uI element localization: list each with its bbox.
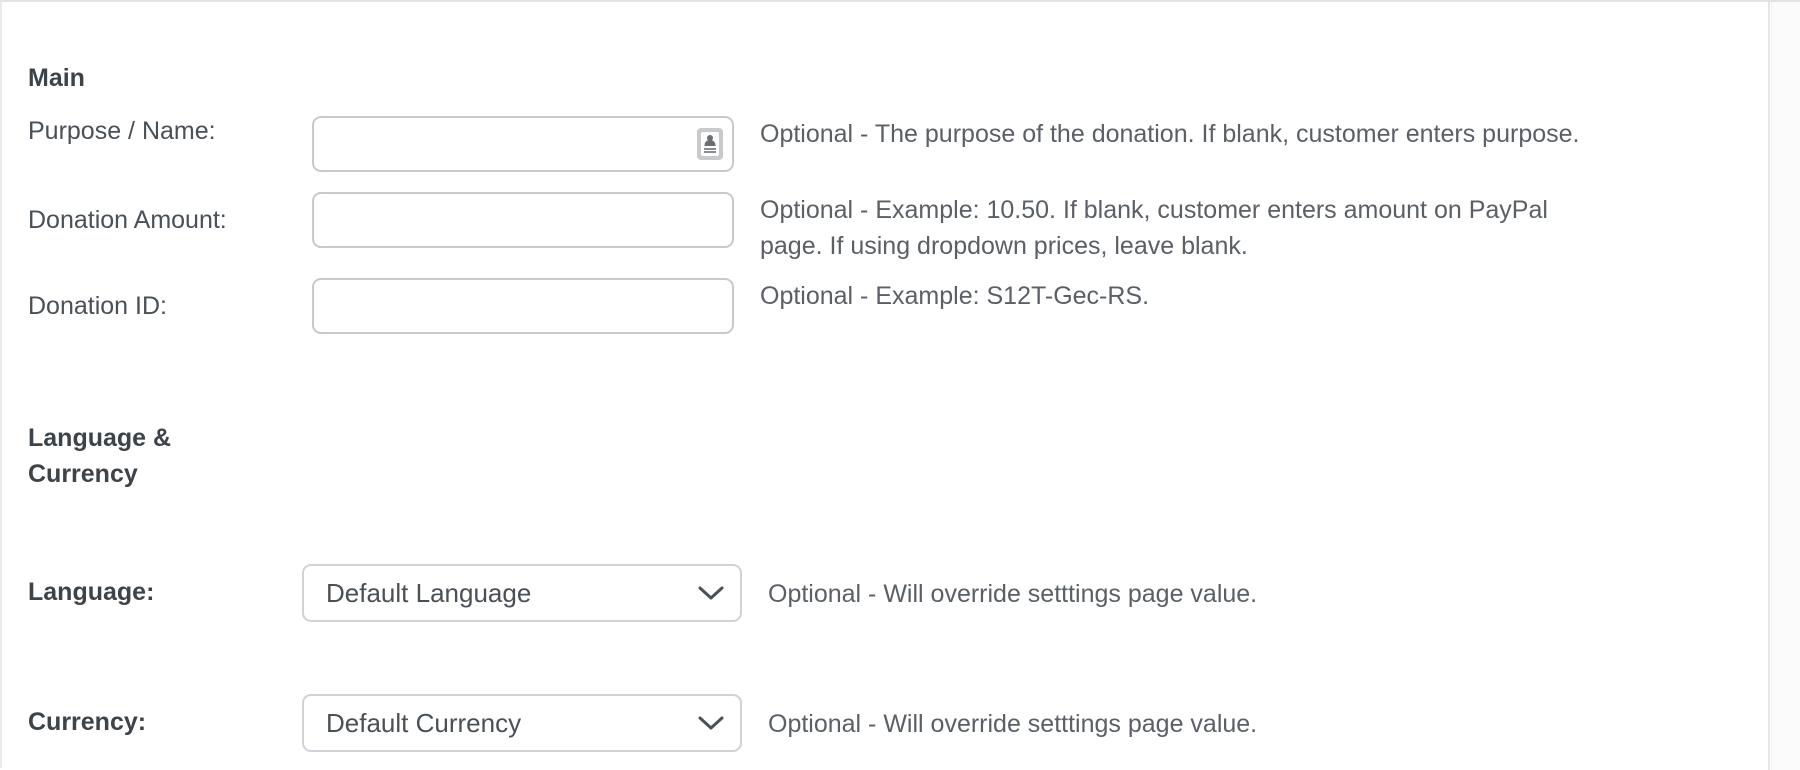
desc-cell-currency: Optional - Will override setttings page … [742, 694, 1257, 742]
label-cell-purpose-name: Purpose / Name: [2, 116, 312, 147]
label-cell-language: Language: [2, 564, 302, 608]
label-cell-currency: Currency: [2, 694, 302, 738]
label-cell-donation-id: Donation ID: [2, 278, 312, 322]
description-donation-amount: Optional - Example: 10.50. If blank, cus… [760, 192, 1570, 265]
language-select[interactable]: Default Language [302, 564, 742, 622]
field-cell-purpose-name [312, 116, 734, 172]
currency-select[interactable]: Default Currency [302, 694, 742, 752]
chevron-down-icon[interactable] [688, 715, 740, 731]
donation-amount-input-wrapper[interactable] [312, 192, 734, 248]
currency-select-value: Default Currency [304, 708, 688, 739]
field-row-donation-amount: Donation Amount: Optional - Example: 10.… [2, 192, 1772, 265]
description-purpose-name: Optional - The purpose of the donation. … [760, 116, 1579, 152]
section-heading-language-currency: Language & Currency [2, 420, 278, 493]
donation-amount-input[interactable] [314, 194, 732, 246]
settings-form-page: Main Purpose / Name: [0, 0, 1800, 768]
section-heading-line-1: Language & [28, 420, 278, 456]
field-cell-donation-amount [312, 192, 734, 248]
section-main: Main [2, 60, 1772, 96]
section-language-currency: Language & Currency [2, 420, 1772, 493]
purpose-name-input-wrapper[interactable] [312, 116, 734, 172]
field-row-purpose-name: Purpose / Name: Optional - [2, 116, 1772, 172]
donation-id-input-wrapper[interactable] [312, 278, 734, 334]
field-cell-currency: Default Currency [302, 694, 742, 752]
right-divider [1768, 2, 1770, 770]
desc-cell-donation-amount: Optional - Example: 10.50. If blank, cus… [734, 192, 1570, 265]
field-cell-donation-id [312, 278, 734, 334]
label-purpose-name: Purpose / Name: [28, 116, 312, 147]
chevron-down-icon[interactable] [688, 585, 740, 601]
description-donation-id: Optional - Example: S12T-Gec-RS. [760, 278, 1149, 314]
field-cell-language: Default Language [302, 564, 742, 622]
label-currency: Currency: [28, 707, 302, 738]
desc-cell-language: Optional - Will override setttings page … [742, 564, 1257, 612]
label-donation-amount: Donation Amount: [28, 205, 312, 236]
desc-cell-purpose-name: Optional - The purpose of the donation. … [734, 116, 1579, 152]
label-donation-id: Donation ID: [28, 291, 312, 322]
vertical-scrollbar[interactable] [1771, 2, 1800, 770]
description-language: Optional - Will override setttings page … [768, 576, 1257, 612]
desc-cell-donation-id: Optional - Example: S12T-Gec-RS. [734, 278, 1149, 314]
section-heading-main: Main [2, 60, 278, 96]
field-row-language: Language: Default Language Optional - Wi… [2, 564, 1772, 622]
purpose-name-input[interactable] [314, 118, 732, 170]
field-row-donation-id: Donation ID: Optional - Example: S12T-Ge… [2, 278, 1772, 334]
donation-id-input[interactable] [314, 280, 732, 332]
section-heading-line-2: Currency [28, 456, 278, 492]
contact-card-icon[interactable] [697, 128, 723, 160]
language-select-value: Default Language [304, 578, 688, 609]
description-currency: Optional - Will override setttings page … [768, 706, 1257, 742]
field-row-currency: Currency: Default Currency Optional - Wi… [2, 694, 1772, 752]
label-cell-donation-amount: Donation Amount: [2, 192, 312, 236]
label-language: Language: [28, 577, 302, 608]
